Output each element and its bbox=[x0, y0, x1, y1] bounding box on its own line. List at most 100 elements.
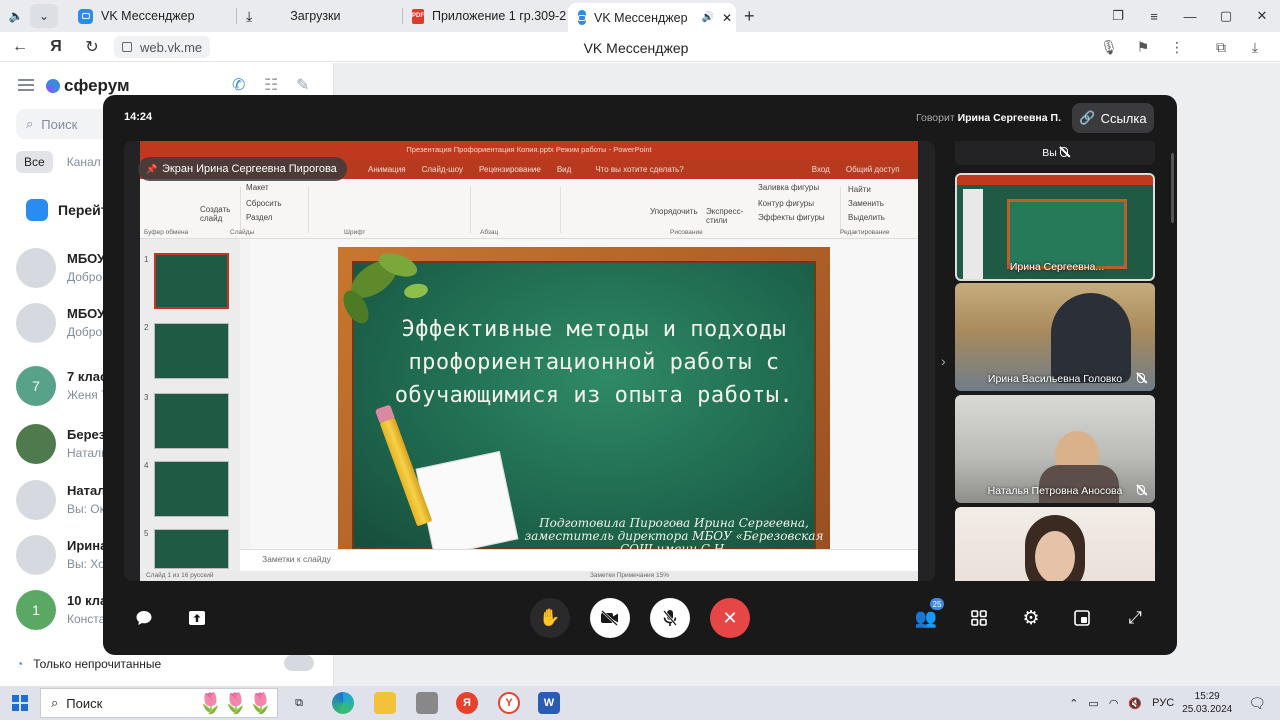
mic-muted-icon bbox=[1137, 485, 1145, 495]
menu-icon[interactable]: ≡ bbox=[1136, 0, 1172, 32]
edge-icon[interactable] bbox=[332, 692, 354, 714]
unread-only-toggle-row[interactable]: ◔ Только непрочитанные bbox=[16, 655, 316, 671]
self-tile[interactable]: Вы bbox=[955, 141, 1155, 165]
vk-icon bbox=[26, 199, 48, 221]
yandex-icon[interactable]: Y bbox=[498, 692, 520, 714]
downloads-icon[interactable]: ⤓ bbox=[1238, 32, 1272, 62]
bookmark-icon[interactable]: ⚑ bbox=[1126, 32, 1160, 62]
slide-title: Эффективные методы и подходы профориента… bbox=[394, 317, 794, 408]
avatar bbox=[16, 248, 56, 288]
raise-hand-button[interactable]: ✋ bbox=[530, 598, 570, 638]
wifi-icon[interactable]: ◠ bbox=[1109, 697, 1119, 710]
volume-muted-icon[interactable]: 🔇 bbox=[1128, 697, 1142, 710]
tab-close-icon[interactable]: ✕ bbox=[722, 11, 732, 25]
microphone-toggle-button[interactable] bbox=[650, 598, 690, 638]
end-call-button[interactable]: ✕ bbox=[710, 598, 750, 638]
participants-panel: Вы Ирина Сергеевна... Ирина Васильевна Г… bbox=[955, 141, 1155, 581]
goto-link[interactable]: Перейт bbox=[26, 199, 108, 221]
people-icon: 👥 bbox=[914, 607, 938, 628]
pdf-icon: PDF bbox=[412, 8, 424, 24]
chevron-right-icon[interactable]: › bbox=[941, 353, 946, 369]
tab-downloads[interactable]: ⤓ Загрузки bbox=[236, 3, 402, 29]
windows-taskbar: ⌕ Поиск 🌷🌷🌷 ⧉ Я Y W ⌃ ▭ ◠ 🔇 РУС 15:29 25… bbox=[0, 686, 1280, 720]
sferum-logo[interactable]: сферум bbox=[46, 76, 130, 96]
tab-vk-messenger-1[interactable]: VK Мессенджер bbox=[68, 3, 232, 29]
filter-all[interactable]: Все bbox=[16, 151, 53, 173]
fullscreen-icon: ⤢ bbox=[1128, 608, 1142, 627]
windows-start-icon[interactable] bbox=[12, 695, 28, 711]
participants-button[interactable]: 👥 25 bbox=[906, 598, 946, 638]
shared-powerpoint-window: Презентация Профориентация Копия.pptx Ре… bbox=[140, 141, 918, 581]
layout-grid-button[interactable] bbox=[959, 598, 999, 638]
share-screen-button[interactable] bbox=[177, 598, 217, 638]
call-duration: 14:24 bbox=[124, 111, 153, 123]
participant-tile[interactable] bbox=[955, 507, 1155, 581]
close-icon: ✕ bbox=[722, 607, 738, 628]
address-actions: 🎙 ⚑ ⋮ ⧉ ⤓ bbox=[1092, 32, 1272, 62]
participant-tile[interactable]: Ирина Васильевна Головко bbox=[955, 283, 1155, 391]
slide-thumbnail bbox=[154, 323, 229, 379]
participants-scrollbar[interactable] bbox=[1171, 153, 1174, 223]
app-icon[interactable] bbox=[416, 692, 438, 714]
battery-icon[interactable]: ▭ bbox=[1088, 697, 1098, 710]
restore-icon[interactable]: ▢ bbox=[1208, 0, 1244, 32]
menu-burger-icon[interactable] bbox=[18, 79, 34, 91]
tab-label: Приложение 1 гр.309-24 bbox=[432, 9, 566, 23]
word-icon[interactable]: W bbox=[538, 692, 560, 714]
unread-only-toggle[interactable] bbox=[284, 655, 314, 671]
microphone-icon[interactable]: 🎙 bbox=[1092, 32, 1126, 62]
chat-bubble-icon bbox=[136, 611, 152, 625]
participant-tile[interactable]: Ирина Сергеевна... bbox=[955, 173, 1155, 281]
sferum-logo-icon bbox=[46, 79, 60, 93]
fullscreen-button[interactable]: ⤢ bbox=[1115, 598, 1155, 638]
slide-thumbnail bbox=[154, 529, 229, 569]
screen-share-stage[interactable]: Экран Ирина Сергеевна Пирогова Презентац… bbox=[124, 141, 935, 581]
compose-icon[interactable]: ✎ bbox=[296, 75, 316, 95]
extensions-icon[interactable]: ⧉ bbox=[1204, 32, 1238, 62]
window-controls: ❐ ≡ — ▢ ✕ bbox=[1100, 0, 1280, 32]
notifications-icon[interactable]: 🗨 bbox=[1248, 695, 1266, 712]
mic-off-icon bbox=[663, 610, 677, 626]
avatar: 1 bbox=[16, 590, 56, 630]
collections-icon[interactable]: ❐ bbox=[1100, 0, 1136, 32]
browser-tabstrip: 🔈 ⌄ VK Мессенджер ⤓ Загрузки PDF Приложе… bbox=[0, 0, 1280, 32]
tabs-menu-chevron-icon[interactable]: ⌄ bbox=[30, 4, 58, 28]
participant-tile[interactable]: Наталья Петровна Аносова bbox=[955, 395, 1155, 503]
taskbar-search-input[interactable]: ⌕ Поиск 🌷🌷🌷 bbox=[40, 688, 278, 718]
slide-thumbnail bbox=[154, 461, 229, 517]
chevron-up-icon[interactable]: ⌃ bbox=[1069, 697, 1078, 710]
link-icon: 🔗 bbox=[1079, 110, 1096, 125]
camera-toggle-button[interactable] bbox=[590, 598, 630, 638]
call-icon[interactable]: ✆ bbox=[232, 75, 252, 95]
task-view-icon[interactable]: ⧉ bbox=[288, 692, 310, 714]
filter-channels[interactable]: Канал bbox=[59, 151, 109, 173]
more-vertical-icon[interactable]: ⋮ bbox=[1160, 32, 1194, 62]
settings-button[interactable]: ⚙ bbox=[1011, 598, 1051, 638]
filter-icon: ◔ bbox=[16, 657, 24, 671]
tab-vk-messenger-active[interactable]: VK Мессенджер 🔊 ✕ bbox=[568, 3, 736, 32]
copy-link-button[interactable]: 🔗 Ссылка bbox=[1072, 103, 1154, 133]
language-indicator[interactable]: РУС bbox=[1152, 697, 1174, 709]
mic-muted-icon bbox=[1059, 147, 1068, 157]
tab-label: VK Мессенджер bbox=[594, 10, 688, 25]
close-window-icon[interactable]: ✕ bbox=[1244, 0, 1280, 32]
tulips-icon: 🌷🌷🌷 bbox=[198, 693, 273, 715]
picture-in-picture-button[interactable] bbox=[1062, 598, 1102, 638]
vk-icon bbox=[78, 8, 93, 24]
gear-icon: ⚙ bbox=[1022, 607, 1040, 629]
minimize-icon[interactable]: — bbox=[1172, 0, 1208, 32]
group-icon[interactable]: ☷ bbox=[264, 75, 284, 95]
new-tab-button[interactable]: + bbox=[744, 6, 755, 27]
file-explorer-icon[interactable] bbox=[374, 692, 396, 714]
pip-icon bbox=[1074, 610, 1090, 626]
clock[interactable]: 15:29 25.03.2024 bbox=[1182, 690, 1232, 716]
chat-button[interactable] bbox=[124, 598, 164, 638]
yandex-browser-icon[interactable]: Я bbox=[456, 692, 478, 714]
tab-pdf-document[interactable]: PDF Приложение 1 гр.309-24 bbox=[402, 3, 566, 29]
mic-muted-icon bbox=[1137, 373, 1145, 383]
speaker-icon[interactable]: 🔈 bbox=[2, 4, 30, 28]
video-call-window: 14:24 Говорит Ирина Сергеевна П. 🔗 Ссылк… bbox=[103, 95, 1177, 655]
slide-thumbnail bbox=[154, 253, 229, 309]
current-slide: Эффективные методы и подходы профориента… bbox=[338, 247, 830, 557]
tab-audio-icon[interactable]: 🔊 bbox=[702, 12, 714, 23]
